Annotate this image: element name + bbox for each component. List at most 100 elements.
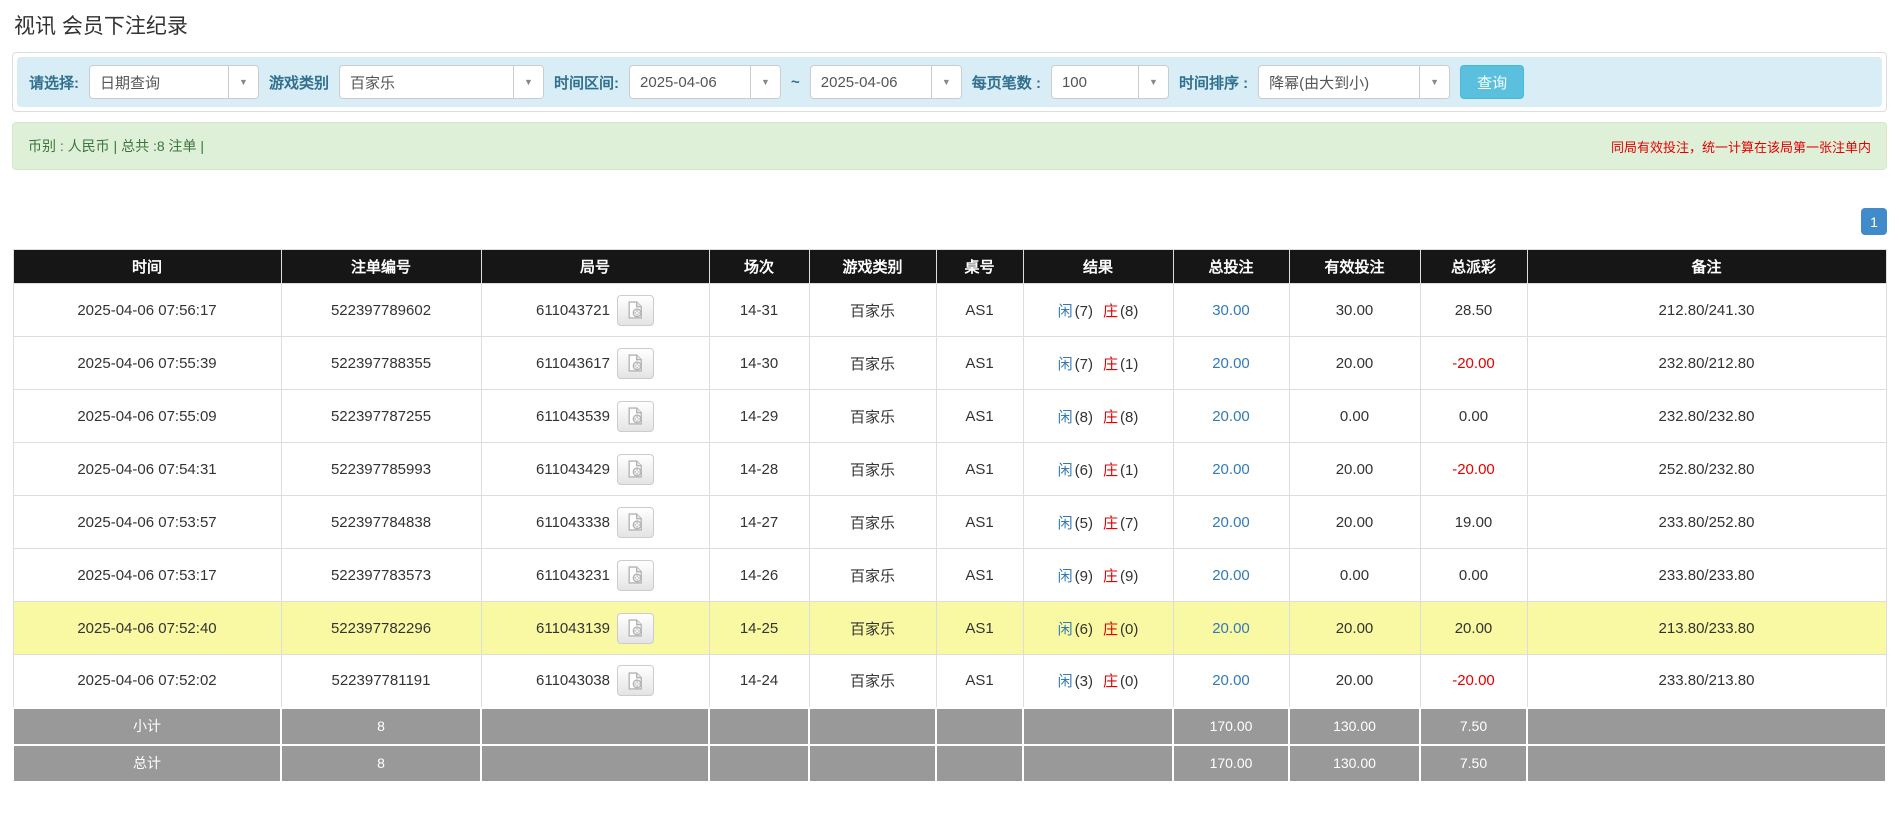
session-number: 14-26 bbox=[708, 548, 810, 602]
bet-time: 2025-04-06 07:53:17 bbox=[12, 548, 282, 602]
bet-id: 522397783573 bbox=[280, 548, 482, 602]
note-value: 212.80/241.30 bbox=[1526, 283, 1887, 337]
column-header: 时间 bbox=[12, 249, 282, 284]
video-replay-icon bbox=[628, 301, 643, 319]
payout-value: 0.00 bbox=[1419, 389, 1528, 443]
table-row: 2025-04-06 07:52:40 522397782296 6110431… bbox=[12, 601, 1887, 655]
total-bet-link[interactable]: 20.00 bbox=[1172, 654, 1290, 708]
caret-down-icon[interactable]: ▼ bbox=[750, 66, 781, 98]
table-row: 2025-04-06 07:55:39 522397788355 6110436… bbox=[12, 336, 1887, 390]
player-label: 闲 bbox=[1057, 461, 1073, 479]
round-id: 611043231 bbox=[536, 566, 610, 584]
round-id: 611043539 bbox=[536, 407, 610, 425]
total-bet-link[interactable]: 30.00 bbox=[1172, 283, 1290, 337]
column-header: 局号 bbox=[480, 249, 710, 284]
session-number: 14-27 bbox=[708, 495, 810, 549]
date-from-picker[interactable]: 2025-04-06 ▼ bbox=[629, 65, 782, 99]
total-bet-link[interactable]: 20.00 bbox=[1172, 336, 1290, 390]
table-number: AS1 bbox=[935, 442, 1024, 496]
total-bet-link[interactable]: 20.00 bbox=[1172, 442, 1290, 496]
video-replay-icon bbox=[628, 354, 643, 372]
player-label: 闲 bbox=[1057, 673, 1073, 691]
round-id: 611043338 bbox=[536, 513, 610, 531]
bet-id: 522397785993 bbox=[280, 442, 482, 496]
page-size-select[interactable]: 100 ▼ bbox=[1050, 65, 1169, 99]
video-replay-button[interactable] bbox=[616, 453, 654, 485]
table-number: AS1 bbox=[935, 336, 1024, 390]
table-row: 2025-04-06 07:53:17 522397783573 6110432… bbox=[12, 548, 1887, 602]
table-number: AS1 bbox=[935, 495, 1024, 549]
video-replay-button[interactable] bbox=[616, 400, 654, 432]
bet-time: 2025-04-06 07:55:09 bbox=[12, 389, 282, 443]
video-replay-button[interactable] bbox=[616, 506, 654, 538]
video-replay-button[interactable] bbox=[616, 559, 654, 591]
caret-down-icon[interactable]: ▼ bbox=[1137, 66, 1168, 98]
banker-score: (7) bbox=[1120, 514, 1139, 532]
bet-time: 2025-04-06 07:56:17 bbox=[12, 283, 282, 337]
video-replay-button[interactable] bbox=[616, 612, 654, 644]
bet-time: 2025-04-06 07:55:39 bbox=[12, 336, 282, 390]
table-body: 2025-04-06 07:56:17 522397789602 6110437… bbox=[12, 283, 1887, 708]
date-to-picker[interactable]: 2025-04-06 ▼ bbox=[809, 65, 962, 99]
caret-down-icon[interactable]: ▼ bbox=[513, 66, 544, 98]
total-bet-link[interactable]: 20.00 bbox=[1172, 495, 1290, 549]
bet-id: 522397781191 bbox=[280, 654, 482, 708]
subtotal-row: 小计 8 170.00 130.00 7.50 bbox=[12, 706, 1887, 746]
column-header: 桌号 bbox=[935, 249, 1024, 284]
caret-down-icon[interactable]: ▼ bbox=[228, 66, 258, 98]
round-id: 611043139 bbox=[536, 619, 610, 637]
round-cell: 611043617 bbox=[480, 336, 710, 390]
pagination-page-1[interactable]: 1 bbox=[1861, 208, 1887, 235]
column-header: 结果 bbox=[1022, 249, 1174, 284]
caret-down-icon[interactable]: ▼ bbox=[1419, 66, 1450, 98]
table-row: 2025-04-06 07:53:57 522397784838 6110433… bbox=[12, 495, 1887, 549]
session-number: 14-28 bbox=[708, 442, 810, 496]
page-title: 视讯 会员下注纪录 bbox=[14, 15, 188, 38]
game-type-select[interactable]: 百家乐 ▼ bbox=[339, 65, 545, 99]
filter-panel: 请选择: 日期查询 ▼ 游戏类别 百家乐 ▼ 时间区间: 2025-04-06 … bbox=[12, 52, 1887, 112]
total-total-bet: 170.00 bbox=[1172, 743, 1290, 783]
note-value: 232.80/212.80 bbox=[1526, 336, 1887, 390]
column-header: 备注 bbox=[1526, 249, 1887, 284]
column-header: 总投注 bbox=[1172, 249, 1290, 284]
round-cell: 611043139 bbox=[480, 601, 710, 655]
column-header: 场次 bbox=[708, 249, 810, 284]
page-size-label: 每页笔数 : bbox=[971, 74, 1041, 92]
video-replay-button[interactable] bbox=[616, 665, 654, 697]
note-value: 252.80/232.80 bbox=[1526, 442, 1887, 496]
total-bet-link[interactable]: 20.00 bbox=[1172, 601, 1290, 655]
total-bet-link[interactable]: 20.00 bbox=[1172, 548, 1290, 602]
time-sort-select[interactable]: 降幂(由大到小) ▼ bbox=[1258, 65, 1451, 99]
game-type-cell: 百家乐 bbox=[808, 389, 937, 443]
banker-label: 庄 bbox=[1103, 567, 1119, 585]
video-replay-icon bbox=[628, 407, 643, 425]
bet-id: 522397784838 bbox=[280, 495, 482, 549]
video-replay-icon bbox=[628, 513, 643, 531]
header-row: 时间 注单编号 局号 场次 游戏类别 桌号 结果 总投注 有效投注 总派彩 备注 bbox=[12, 249, 1887, 284]
banker-score: (1) bbox=[1120, 461, 1139, 479]
note-value: 213.80/233.80 bbox=[1526, 601, 1887, 655]
video-replay-button[interactable] bbox=[616, 347, 654, 379]
session-number: 14-25 bbox=[708, 601, 810, 655]
game-type-cell: 百家乐 bbox=[808, 336, 937, 390]
valid-bet: 20.00 bbox=[1288, 601, 1421, 655]
round-id: 611043721 bbox=[536, 301, 610, 319]
table-number: AS1 bbox=[935, 389, 1024, 443]
round-cell: 611043721 bbox=[480, 283, 710, 337]
result-cell: 闲 (6) 庄 (0) bbox=[1022, 601, 1174, 655]
total-bet-link[interactable]: 20.00 bbox=[1172, 389, 1290, 443]
game-type-value: 百家乐 bbox=[350, 74, 396, 92]
video-replay-button[interactable] bbox=[616, 294, 654, 326]
column-header: 注单编号 bbox=[280, 249, 482, 284]
payout-value: 0.00 bbox=[1419, 548, 1528, 602]
banker-label: 庄 bbox=[1103, 302, 1119, 320]
query-button[interactable]: 查询 bbox=[1460, 65, 1525, 99]
column-header: 游戏类别 bbox=[808, 249, 937, 284]
query-type-select[interactable]: 日期查询 ▼ bbox=[89, 65, 259, 99]
time-range-label: 时间区间: bbox=[554, 74, 620, 92]
column-header: 总派彩 bbox=[1419, 249, 1528, 284]
caret-down-icon[interactable]: ▼ bbox=[930, 66, 961, 98]
note-value: 233.80/252.80 bbox=[1526, 495, 1887, 549]
game-type-cell: 百家乐 bbox=[808, 601, 937, 655]
result-cell: 闲 (8) 庄 (8) bbox=[1022, 389, 1174, 443]
